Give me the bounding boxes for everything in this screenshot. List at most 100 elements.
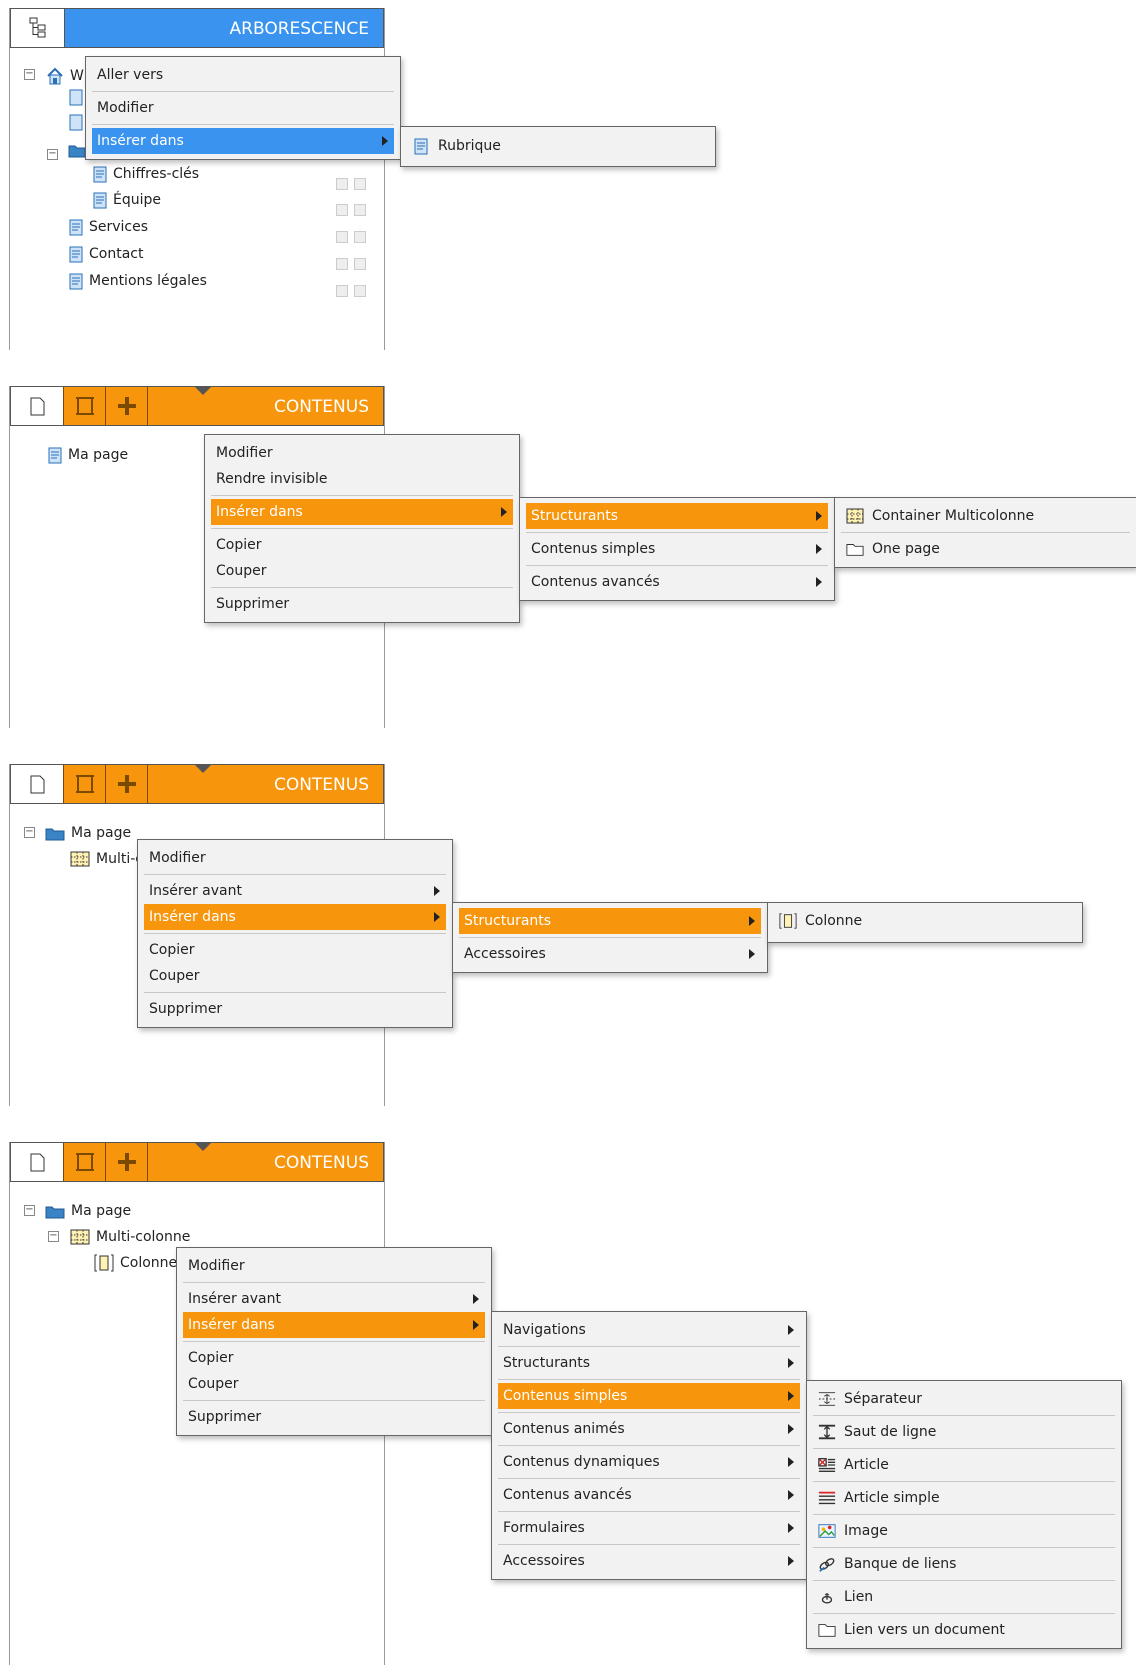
menu-item-navigations[interactable]: Navigations (498, 1317, 800, 1343)
tree-item[interactable]: Multi-colonne (70, 1226, 190, 1248)
context-menu: Modifier Rendre invisible Insérer dans C… (204, 434, 520, 623)
tree-view-button[interactable] (11, 9, 65, 47)
tree-item[interactable]: Équipe (93, 189, 161, 211)
article-simple-icon (818, 1491, 836, 1505)
menu-item-inserer-avant[interactable]: Insérer avant (144, 878, 446, 904)
row-actions[interactable] (336, 231, 366, 243)
menu-item-modifier[interactable]: Modifier (92, 95, 394, 121)
menu-item-modifier[interactable]: Modifier (144, 845, 446, 871)
menu-item-aller-vers[interactable]: Aller vers (92, 62, 394, 88)
separator-icon (818, 1392, 836, 1406)
menu-item-banque-de-liens[interactable]: Banque de liens (813, 1551, 1115, 1577)
menu-item-rendre-invisible[interactable]: Rendre invisible (211, 466, 513, 492)
menu-item-colonne[interactable]: Colonne (774, 908, 1076, 934)
row-actions[interactable] (336, 178, 366, 190)
collapse-toggle[interactable]: − (24, 69, 35, 80)
menu-item-copier[interactable]: Copier (183, 1345, 485, 1371)
collapse-toggle[interactable]: − (47, 149, 58, 160)
row-actions[interactable] (336, 204, 366, 216)
folder-icon (45, 828, 65, 840)
menu-item-separateur[interactable]: Séparateur (813, 1386, 1115, 1412)
folder-icon (68, 145, 86, 158)
menu-item-rubrique[interactable]: Rubrique (407, 133, 709, 159)
tree-item[interactable]: Ma page (45, 822, 131, 844)
menu-item-contenus-animes[interactable]: Contenus animés (498, 1416, 800, 1442)
menu-item-formulaires[interactable]: Formulaires (498, 1515, 800, 1541)
frame-button[interactable] (64, 387, 106, 425)
tree-item-label: W (70, 68, 84, 84)
context-menu: Modifier Insérer avant Insérer dans Copi… (176, 1247, 492, 1436)
menu-item-couper[interactable]: Couper (211, 558, 513, 584)
menu-item-lien[interactable]: Lien (813, 1584, 1115, 1610)
tree-icon (29, 17, 45, 38)
page-icon (69, 219, 83, 235)
add-button[interactable] (106, 1143, 148, 1181)
menu-item-structurants[interactable]: Structurants (498, 1350, 800, 1376)
collapse-toggle[interactable]: − (24, 827, 35, 838)
tree-item-root[interactable]: W (46, 65, 84, 87)
menu-item-image[interactable]: Image (813, 1518, 1115, 1544)
menu-item-copier[interactable]: Copier (144, 937, 446, 963)
menu-item-inserer-dans[interactable]: Insérer dans (211, 499, 513, 525)
panel-header: CONTENUS (10, 386, 384, 426)
tree-item[interactable]: Multi-c (70, 848, 143, 870)
tree-item[interactable]: Services (69, 216, 148, 238)
menu-item-accessoires[interactable]: Accessoires (498, 1548, 800, 1574)
tree-item-label: Multi-colonne (96, 1229, 191, 1245)
tree-item[interactable]: Mentions légales (69, 270, 207, 292)
menu-item-article[interactable]: Article (813, 1452, 1115, 1478)
row-actions[interactable] (336, 258, 366, 270)
menu-item-one-page[interactable]: One page (841, 536, 1130, 562)
page-button[interactable] (11, 387, 64, 425)
submenu: Rubrique (400, 126, 716, 167)
chevron-right-icon (434, 912, 440, 922)
menu-item-modifier[interactable]: Modifier (211, 440, 513, 466)
tree-item-label: Colonne (120, 1255, 178, 1271)
page-button[interactable] (11, 765, 64, 803)
menu-item-couper[interactable]: Couper (144, 963, 446, 989)
menu-item-contenus-simples[interactable]: Contenus simples (526, 536, 828, 562)
menu-item-modifier[interactable]: Modifier (183, 1253, 485, 1279)
tree-item[interactable]: Colonne (94, 1252, 177, 1274)
collapse-toggle[interactable]: − (48, 1231, 59, 1242)
collapse-toggle[interactable]: − (24, 1205, 35, 1216)
tree-item[interactable]: Ma page (48, 444, 128, 466)
row-actions[interactable] (336, 285, 366, 297)
menu-item-structurants[interactable]: Structurants (526, 503, 828, 529)
menu-item-inserer-dans[interactable]: Insérer dans (92, 128, 394, 154)
chevron-right-icon (788, 1556, 794, 1566)
menu-item-accessoires[interactable]: Accessoires (459, 941, 761, 967)
menu-item-contenus-dynamiques[interactable]: Contenus dynamiques (498, 1449, 800, 1475)
frame-button[interactable] (64, 765, 106, 803)
menu-item-supprimer[interactable]: Supprimer (211, 591, 513, 617)
menu-item-structurants[interactable]: Structurants (459, 908, 761, 934)
frame-button[interactable] (64, 1143, 106, 1181)
page-icon (69, 273, 83, 289)
page-button[interactable] (11, 1143, 64, 1181)
chevron-right-icon (816, 511, 822, 521)
menu-item-copier[interactable]: Copier (211, 532, 513, 558)
menu-item-article-simple[interactable]: Article simple (813, 1485, 1115, 1511)
tree-item[interactable]: Ma page (45, 1200, 131, 1222)
panel-title: CONTENUS (273, 1153, 369, 1173)
menu-item-couper[interactable]: Couper (183, 1371, 485, 1397)
chevron-right-icon (816, 577, 822, 587)
menu-item-contenus-avances[interactable]: Contenus avancés (498, 1482, 800, 1508)
add-button[interactable] (106, 765, 148, 803)
panel-title: ARBORESCENCE (229, 19, 369, 39)
add-button[interactable] (106, 387, 148, 425)
menu-item-inserer-avant[interactable]: Insérer avant (183, 1286, 485, 1312)
menu-item-saut-de-ligne[interactable]: Saut de ligne (813, 1419, 1115, 1445)
menu-item-lien-vers-un-document[interactable]: Lien vers un document (813, 1617, 1115, 1643)
menu-item-container-multicolonne[interactable]: Container Multicolonne (841, 503, 1130, 529)
menu-item-supprimer[interactable]: Supprimer (144, 996, 446, 1022)
menu-item-inserer-dans[interactable]: Insérer dans (144, 904, 446, 930)
menu-item-supprimer[interactable]: Supprimer (183, 1404, 485, 1430)
tree-item[interactable]: Contact (69, 243, 143, 265)
menu-item-contenus-avances[interactable]: Contenus avancés (526, 569, 828, 595)
tree-item-label: Multi-c (96, 851, 143, 867)
menu-item-inserer-dans[interactable]: Insérer dans (183, 1312, 485, 1338)
menu-item-contenus-simples[interactable]: Contenus simples (498, 1383, 800, 1409)
plus-icon (117, 775, 136, 793)
tree-item[interactable]: Chiffres-clés (93, 163, 199, 185)
